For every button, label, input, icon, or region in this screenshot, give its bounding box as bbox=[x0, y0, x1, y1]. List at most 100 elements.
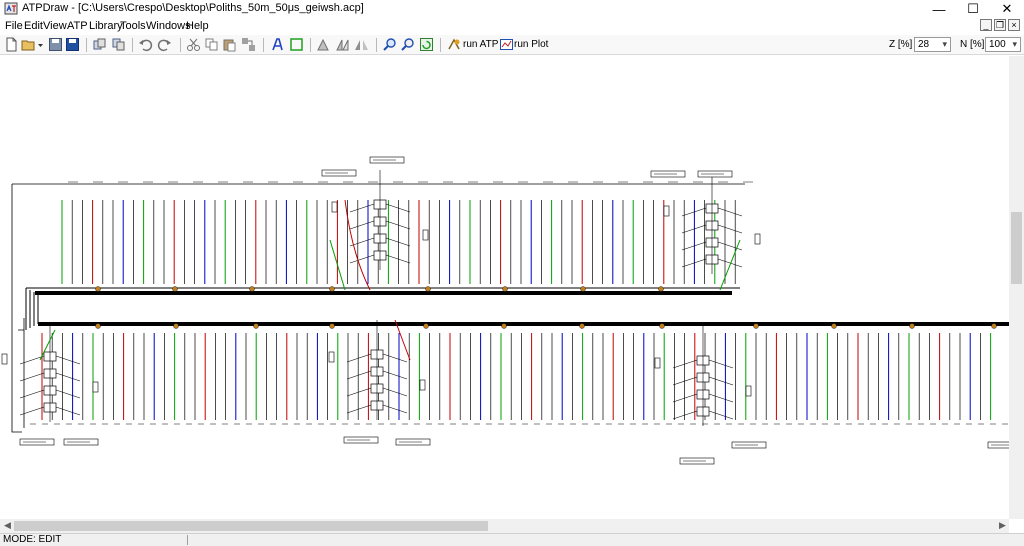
bus-node bbox=[95, 323, 101, 329]
toolbar-separator bbox=[440, 38, 441, 52]
scroll-left-arrow-icon[interactable]: ◀ bbox=[4, 520, 11, 531]
mdi-minimize-button[interactable]: _ bbox=[980, 19, 992, 31]
main-bus-lines bbox=[18, 287, 1009, 428]
chevron-down-icon: ▾ bbox=[1012, 39, 1017, 49]
meter-block bbox=[422, 229, 429, 241]
meter-block bbox=[745, 385, 752, 397]
duplicate-icon[interactable] bbox=[241, 37, 256, 52]
menu-windows[interactable]: Windows bbox=[146, 20, 191, 32]
minimize-window-button[interactable]: — bbox=[922, 0, 956, 18]
bus-node bbox=[502, 286, 508, 292]
menu-file[interactable]: File bbox=[5, 20, 23, 32]
meter-block bbox=[419, 379, 426, 391]
close-window-button[interactable]: ✕ bbox=[990, 0, 1024, 18]
toolbar-separator bbox=[132, 38, 133, 52]
line-conductors bbox=[41, 200, 992, 420]
refresh-icon[interactable] bbox=[419, 37, 434, 52]
n-select[interactable]: 100 ▾ bbox=[985, 37, 1021, 52]
undo-icon[interactable] bbox=[138, 37, 153, 52]
bus-node bbox=[909, 323, 915, 329]
save-as-icon[interactable] bbox=[65, 37, 80, 52]
bus-node bbox=[425, 286, 431, 292]
bus-node bbox=[249, 286, 255, 292]
line-ticks bbox=[30, 181, 1008, 425]
new-document-icon[interactable] bbox=[4, 37, 19, 52]
run-plot-icon[interactable] bbox=[499, 37, 514, 52]
run-plot-button[interactable]: run Plot bbox=[514, 39, 548, 50]
rectangle-icon[interactable] bbox=[289, 37, 304, 52]
menu-edit[interactable]: Edit bbox=[24, 20, 43, 32]
menu-atp[interactable]: ATP bbox=[67, 20, 88, 32]
mirror-icon[interactable] bbox=[354, 37, 369, 52]
bus-node bbox=[991, 323, 997, 329]
copy-icon[interactable] bbox=[204, 37, 219, 52]
toolbar-separator bbox=[310, 38, 311, 52]
meter-block bbox=[754, 233, 761, 245]
menu-bar: File Edit View ATP Library Tools Windows… bbox=[0, 18, 1024, 35]
bus-node bbox=[253, 323, 259, 329]
bus-node bbox=[658, 286, 664, 292]
mdi-close-button[interactable]: × bbox=[1008, 19, 1020, 31]
cut-icon[interactable] bbox=[186, 37, 201, 52]
zoom-in-icon[interactable] bbox=[382, 37, 397, 52]
paste-icon[interactable] bbox=[222, 37, 237, 52]
window-title: ATPDraw - [C:\Users\Crespo\Desktop\Polit… bbox=[22, 2, 364, 14]
flip-icon[interactable] bbox=[335, 37, 350, 52]
bus-node bbox=[172, 286, 178, 292]
run-atp-icon[interactable] bbox=[447, 37, 462, 52]
zoom-value: 28 bbox=[918, 39, 930, 50]
menu-tools[interactable]: Tools bbox=[120, 20, 146, 32]
zoom-select[interactable]: 28 ▾ bbox=[914, 37, 951, 52]
status-separator bbox=[187, 535, 188, 545]
probe-boxes bbox=[19, 156, 1009, 465]
bus-node bbox=[659, 323, 665, 329]
bus-node bbox=[329, 286, 335, 292]
atpdraw-app-icon bbox=[4, 2, 18, 15]
save-icon[interactable] bbox=[48, 37, 63, 52]
chevron-down-icon: ▾ bbox=[942, 39, 947, 49]
toolbar-separator bbox=[263, 38, 264, 52]
mdi-restore-button[interactable]: ❐ bbox=[994, 19, 1006, 31]
export-icon[interactable] bbox=[111, 37, 126, 52]
open-folder-icon[interactable] bbox=[21, 37, 36, 52]
bus-node bbox=[173, 323, 179, 329]
vertical-scrollbar[interactable] bbox=[1009, 56, 1024, 519]
rotate-icon[interactable] bbox=[316, 37, 331, 52]
redo-icon[interactable] bbox=[157, 37, 172, 52]
menu-library[interactable]: Library bbox=[89, 20, 123, 32]
text-icon[interactable] bbox=[270, 37, 285, 52]
n-value: 100 bbox=[989, 39, 1006, 50]
circuit-canvas[interactable] bbox=[0, 56, 1009, 519]
meter-block bbox=[663, 205, 670, 217]
menu-view[interactable]: View bbox=[43, 20, 67, 32]
meter-block bbox=[331, 201, 338, 213]
toolbar-separator bbox=[376, 38, 377, 52]
circuit-drawing bbox=[1, 156, 1009, 465]
atpdraw-window: ATPDraw - [C:\Users\Crespo\Desktop\Polit… bbox=[0, 0, 1024, 546]
status-bar bbox=[0, 533, 1024, 546]
meter-block bbox=[1, 353, 8, 365]
bus-node bbox=[579, 323, 585, 329]
zoom-out-icon[interactable] bbox=[400, 37, 415, 52]
menu-help[interactable]: Help bbox=[186, 20, 209, 32]
bus-node bbox=[423, 323, 429, 329]
import-icon[interactable] bbox=[92, 37, 107, 52]
horizontal-scroll-thumb[interactable] bbox=[14, 521, 488, 531]
bus-node bbox=[753, 323, 759, 329]
run-atp-button[interactable]: run ATP bbox=[463, 39, 498, 50]
open-dropdown-icon[interactable] bbox=[37, 37, 44, 52]
bus-node bbox=[501, 323, 507, 329]
n-label: N [%] bbox=[960, 39, 985, 50]
maximize-window-button[interactable]: ☐ bbox=[956, 0, 990, 18]
bus-node bbox=[580, 286, 586, 292]
vertical-scroll-thumb[interactable] bbox=[1011, 212, 1022, 284]
meter-block bbox=[654, 357, 661, 369]
title-bar: ATPDraw - [C:\Users\Crespo\Desktop\Polit… bbox=[0, 0, 1024, 18]
bus-node bbox=[95, 286, 101, 292]
toolbar-separator bbox=[180, 38, 181, 52]
bus-node bbox=[329, 323, 335, 329]
scroll-right-arrow-icon[interactable]: ▶ bbox=[999, 520, 1006, 531]
meter-block bbox=[328, 351, 335, 363]
connection-wire bbox=[719, 239, 741, 291]
bus-node bbox=[831, 323, 837, 329]
